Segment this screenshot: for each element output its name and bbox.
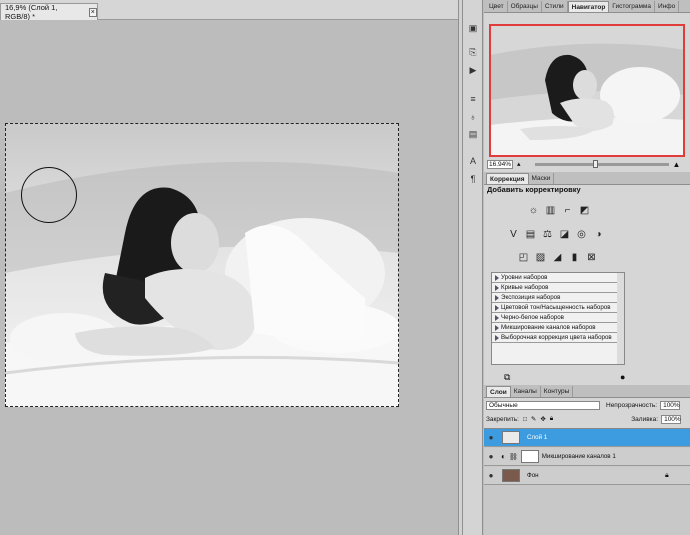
zoom-value-field[interactable]: 16.94% (487, 159, 513, 169)
tab-paths[interactable]: Контуры (541, 386, 574, 397)
lock-fill-row: Закрепить: □ ✎ ✥ 🔒︎ Заливка: 100% (484, 413, 690, 425)
lock-transparency-icon[interactable]: □ (523, 416, 527, 423)
cube-icon[interactable]: ▣ (466, 22, 480, 35)
tab-info[interactable]: Инфо (655, 1, 680, 12)
layers-list: ● Слой 1 ● ◐ ⛓ Микширование каналов 1 ● … (484, 428, 690, 535)
exposure-icon[interactable]: ◩ (578, 204, 591, 217)
document-tab-title: 16,9% (Слой 1, RGB/8) * (5, 3, 58, 21)
zoom-slider[interactable] (534, 159, 669, 168)
tab-masks[interactable]: Маски (529, 173, 555, 184)
preset-selective-color[interactable]: Выборочная коррекция цвета наборов (492, 333, 622, 343)
adjustments-title: Добавить корректировку (487, 185, 581, 194)
levels-icon[interactable]: ▥ (544, 204, 557, 217)
blend-opacity-row: Обычные Непрозрачность: 100% (484, 399, 690, 411)
lock-icon: 🔒︎ (665, 471, 669, 479)
tool-presets-icon[interactable]: ▤ (466, 128, 480, 141)
layer-thumbnail (502, 431, 520, 444)
tab-navigator[interactable]: Навигатор (567, 1, 610, 12)
right-panels: Цвет Образцы Стили Навигатор Гистограмма… (484, 0, 690, 535)
curves-icon[interactable]: ⌐ (561, 204, 574, 217)
posterize-icon[interactable]: ▨ (534, 251, 547, 264)
preset-levels[interactable]: Уровни наборов (492, 273, 622, 283)
preset-black-white[interactable]: Черно-белое наборов (492, 313, 622, 323)
document-tab-bar: 16,9% (Слой 1, RGB/8) * × (0, 0, 458, 21)
navigator-header (484, 13, 690, 23)
layer-name: Микширование каналов 1 (541, 453, 616, 460)
adjustments-footer: ⧉ ● (484, 372, 690, 384)
layer-row-background[interactable]: ● Фон 🔒︎ (484, 467, 690, 485)
color-balance-icon[interactable]: ⚖ (541, 228, 554, 241)
blend-mode-select[interactable]: Обычные (486, 400, 600, 410)
selective-color-icon[interactable]: ⊠ (585, 251, 598, 264)
adjustment-presets-list: Уровни наборов Кривые наборов Экспозиция… (491, 272, 623, 365)
close-icon[interactable]: × (88, 7, 97, 17)
preset-channel-mixer[interactable]: Микширование каналов наборов (492, 323, 622, 333)
layer-name: Слой 1 (527, 434, 548, 441)
history-icon[interactable]: ⎘ (466, 46, 480, 59)
navigator-zoom-row: 16.94% ▴ ▲ (484, 158, 690, 170)
layer-row-channel-mixer[interactable]: ● ◐ ⛓ Микширование каналов 1 (484, 448, 690, 466)
lock-all-icon[interactable]: 🔒︎ (550, 415, 553, 423)
lock-image-icon[interactable]: ✎ (531, 415, 536, 423)
chain-link-icon[interactable]: ⛓ (509, 453, 518, 461)
zoom-out-icon[interactable]: ▴ (517, 160, 521, 168)
threshold-icon[interactable]: ◢ (551, 251, 564, 264)
fill-field[interactable]: 100% (661, 414, 682, 424)
adjustment-layer-icon: ◐ (501, 452, 506, 461)
tab-color[interactable]: Цвет (486, 1, 508, 12)
brush-preset-icon[interactable]: ≡ (466, 92, 480, 105)
black-white-icon[interactable]: ◪ (558, 228, 571, 241)
navigator-preview[interactable] (489, 24, 685, 157)
gradient-map-icon[interactable]: ▮ (568, 251, 581, 264)
eye-icon[interactable]: ● (484, 433, 498, 442)
layer-mask-thumbnail[interactable] (520, 450, 539, 463)
opacity-field[interactable]: 100% (660, 400, 681, 410)
document-tab[interactable]: 16,9% (Слой 1, RGB/8) * × (0, 3, 98, 21)
adjustment-icons-row-3: ◰ ▨ ◢ ▮ ⊠ (517, 251, 598, 264)
layer-thumbnail (502, 469, 520, 482)
channel-mixer-icon[interactable]: ◑ (592, 228, 605, 241)
preset-hue-saturation[interactable]: Цветовой тон/Насыщенность наборов (492, 303, 622, 313)
zoom-in-icon[interactable]: ▲ (673, 160, 681, 169)
eye-icon[interactable]: ● (484, 471, 498, 480)
hue-saturation-icon[interactable]: ▤ (524, 228, 537, 241)
paragraph-icon[interactable]: ¶ (466, 172, 480, 185)
opacity-label: Непрозрачность: (606, 401, 658, 409)
lock-label: Закрепить: (486, 415, 519, 423)
adjustment-icons-row-1: ☼ ▥ ⌐ ◩ (527, 204, 591, 217)
layers-tab-row: Слои Каналы Контуры (484, 385, 690, 398)
adjustments-tab-row: Коррекция Маски (484, 172, 690, 185)
canvas-image[interactable] (5, 123, 399, 407)
preset-curves[interactable]: Кривые наборов (492, 283, 622, 293)
adjustment-icons-row-2: V ▤ ⚖ ◪ ◎ ◑ (507, 228, 605, 241)
eye-icon[interactable]: ● (484, 452, 498, 461)
tab-histogram[interactable]: Гистограмма (609, 1, 656, 12)
collapsed-panels-strip: ▣ ⎘ ▶ ≡ ♁ ▤ A ¶ (463, 0, 483, 535)
tab-channels[interactable]: Каналы (511, 386, 541, 397)
zoom-slider-thumb[interactable] (592, 159, 598, 168)
fill-label: Заливка: (631, 415, 659, 423)
preset-exposure[interactable]: Экспозиция наборов (492, 293, 622, 303)
tab-swatches[interactable]: Образцы (508, 1, 542, 12)
invert-icon[interactable]: ◰ (517, 251, 530, 264)
actions-icon[interactable]: ▶ (466, 64, 480, 77)
tab-styles[interactable]: Стили (542, 1, 568, 12)
navigator-tab-row: Цвет Образцы Стили Навигатор Гистограмма… (484, 0, 690, 13)
brightness-icon[interactable]: ☼ (527, 204, 540, 217)
presets-scrollbar[interactable] (617, 272, 625, 365)
lock-position-icon[interactable]: ✥ (540, 415, 545, 423)
clip-to-layer-icon[interactable]: ⧉ (504, 372, 510, 383)
visibility-icon[interactable]: ● (620, 372, 625, 382)
tab-adjustments[interactable]: Коррекция (486, 173, 529, 184)
character-icon[interactable]: A (466, 154, 480, 167)
brush-cursor (21, 167, 77, 223)
layer-name: Фон (527, 472, 539, 479)
layer-row-layer-1[interactable]: ● Слой 1 (484, 429, 690, 447)
vibrance-icon[interactable]: V (507, 228, 520, 241)
photo-filter-icon[interactable]: ◎ (575, 228, 588, 241)
clone-source-icon[interactable]: ♁ (466, 110, 480, 123)
tab-layers[interactable]: Слои (486, 386, 511, 397)
